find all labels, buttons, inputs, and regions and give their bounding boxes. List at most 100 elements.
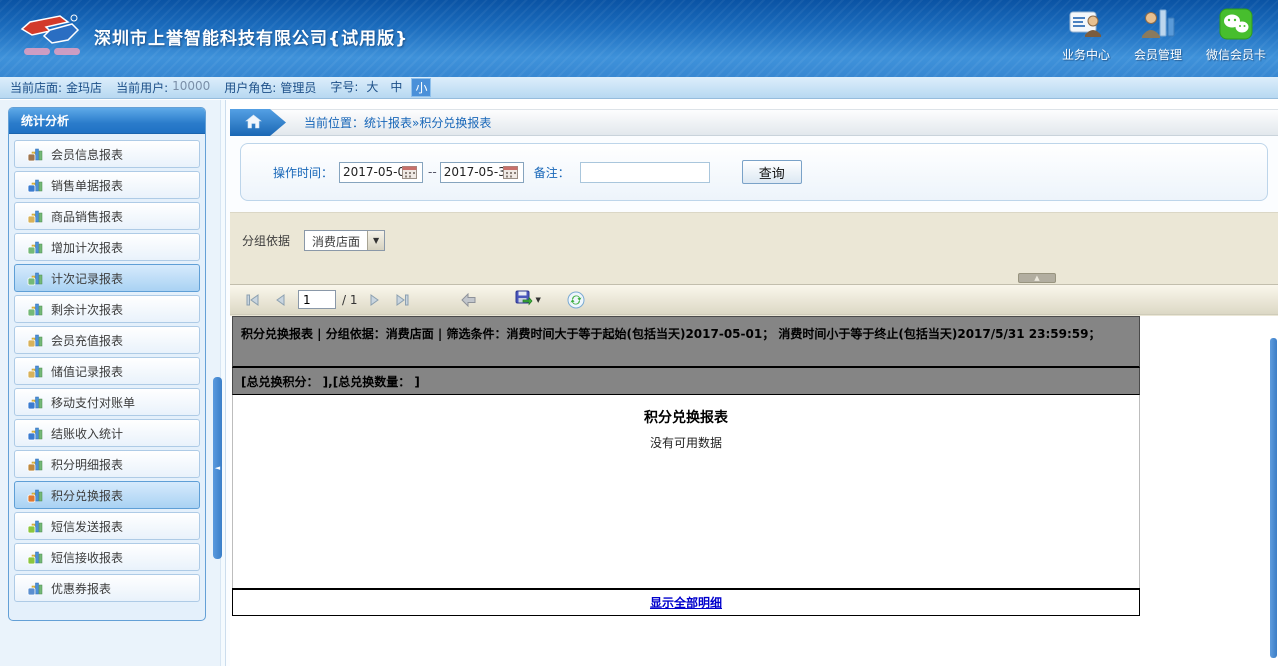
query-button[interactable]: 查询	[742, 160, 802, 184]
current-store: 当前店面:金玛店	[10, 79, 102, 96]
app-window: 深圳市上誉智能科技有限公司{试用版} 业务中心	[0, 0, 1278, 666]
last-page-button[interactable]	[393, 291, 411, 309]
date-range-separator: --	[428, 165, 437, 179]
user-role: 用户角色:管理员	[224, 79, 316, 96]
sidebar-item-label: 计次记录报表	[51, 270, 123, 287]
panel-splitter: ◄	[206, 100, 230, 666]
nav-label: 微信会员卡	[1206, 46, 1266, 63]
sidebar-item-label: 优惠券报表	[51, 580, 111, 597]
sidebar-item-1[interactable]: 会员信息报表	[14, 140, 200, 168]
nav-wechat-membercard[interactable]: 微信会员卡	[1206, 8, 1266, 63]
sidebar-item-label: 增加计次报表	[51, 239, 123, 256]
splitter-collapse-handle[interactable]: ◄	[213, 377, 222, 559]
sidebar-item-label: 商品销售报表	[51, 208, 123, 225]
sidebar-item-label: 会员充值报表	[51, 332, 123, 349]
sidebar-item-8[interactable]: 储值记录报表	[14, 357, 200, 385]
report-area: 积分兑换报表 | 分组依据：消费店面 | 筛选条件：消费时间大于等于起始(包括当…	[232, 316, 1140, 616]
remaining-count-report-icon	[27, 301, 43, 317]
top-nav: 业务中心 会员管理	[1062, 8, 1266, 63]
sidebar-item-label: 积分明细报表	[51, 456, 123, 473]
sidebar-item-14[interactable]: 短信接收报表	[14, 543, 200, 571]
dropdown-arrow-icon[interactable]: ▼	[367, 231, 384, 250]
sidebar-item-6[interactable]: 剩余计次报表	[14, 295, 200, 323]
sidebar-statistics: 统计分析 会员信息报表销售单据报表商品销售报表增加计次报表计次记录报表剩余计次报…	[8, 107, 206, 621]
sales-doc-report-icon	[27, 177, 43, 193]
top-header: 深圳市上誉智能科技有限公司{试用版} 业务中心	[0, 0, 1278, 77]
home-icon	[245, 114, 262, 132]
note-label: 备注：	[534, 164, 570, 181]
goods-sales-report-icon	[27, 208, 43, 224]
grouping-row: 分组依据 消费店面 ▼	[230, 213, 1278, 251]
filter-collapse-button[interactable]: ▲	[1018, 273, 1056, 283]
nav-label: 会员管理	[1134, 46, 1182, 63]
export-dropdown-caret-icon: ▼	[536, 296, 541, 304]
first-page-button[interactable]	[244, 291, 262, 309]
nav-label: 业务中心	[1062, 46, 1110, 63]
date-to-field	[440, 162, 524, 183]
sidebar-item-10[interactable]: 结账收入统计	[14, 419, 200, 447]
nav-business-center[interactable]: 业务中心	[1062, 8, 1110, 63]
refresh-button[interactable]	[567, 291, 585, 309]
sidebar-list: 会员信息报表销售单据报表商品销售报表增加计次报表计次记录报表剩余计次报表会员充值…	[9, 134, 205, 608]
font-size-small[interactable]: 小	[411, 78, 431, 97]
sidebar-item-12[interactable]: 积分兑换报表	[14, 481, 200, 509]
vertical-scrollbar[interactable]	[1270, 338, 1277, 658]
sidebar-item-2[interactable]: 销售单据报表	[14, 171, 200, 199]
business-center-icon	[1068, 8, 1104, 43]
sms-receive-report-icon	[27, 549, 43, 565]
grouping-select[interactable]: 消费店面 ▼	[304, 230, 385, 251]
coupon-report-icon	[27, 580, 43, 596]
nav-member-management[interactable]: 会员管理	[1134, 8, 1182, 63]
mobile-pay-statement-icon	[27, 394, 43, 410]
report-body: 积分兑换报表 没有可用数据	[232, 395, 1140, 588]
chevron-up-icon: ▲	[1034, 274, 1039, 282]
date-to-input[interactable]	[441, 165, 503, 179]
note-input[interactable]	[580, 162, 710, 183]
points-exchange-report-icon	[27, 487, 43, 503]
chevron-left-icon: ◄	[215, 464, 220, 472]
export-button[interactable]: ▼	[515, 290, 541, 310]
date-from-field	[339, 162, 423, 183]
sidebar-item-13[interactable]: 短信发送报表	[14, 512, 200, 540]
member-management-icon	[1140, 8, 1176, 43]
sidebar-item-3[interactable]: 商品销售报表	[14, 202, 200, 230]
sidebar-item-label: 会员信息报表	[51, 146, 123, 163]
pager-row: / 1	[230, 284, 1278, 315]
date-from-input[interactable]	[340, 165, 402, 179]
report-toolbar: 分组依据 消费店面 ▼ ▲ /	[230, 212, 1278, 316]
prev-page-button[interactable]	[271, 291, 289, 309]
time-filter-label: 操作时间：	[273, 164, 333, 181]
sidebar-item-label: 销售单据报表	[51, 177, 123, 194]
stored-value-report-icon	[27, 363, 43, 379]
home-pennant[interactable]	[230, 109, 286, 136]
sidebar-item-9[interactable]: 移动支付对账单	[14, 388, 200, 416]
sidebar-item-15[interactable]: 优惠券报表	[14, 574, 200, 602]
sidebar-item-4[interactable]: 增加计次报表	[14, 233, 200, 261]
sidebar-item-label: 剩余计次报表	[51, 301, 123, 318]
current-user: 当前用户:10000	[116, 79, 210, 96]
report-empty-message: 没有可用数据	[233, 434, 1139, 451]
sidebar-title: 统计分析	[9, 108, 205, 134]
company-title: 深圳市上誉智能科技有限公司{试用版}	[94, 24, 408, 49]
sidebar-item-label: 储值记录报表	[51, 363, 123, 380]
show-all-details-link[interactable]: 显示全部明细	[650, 596, 722, 610]
sidebar-item-7[interactable]: 会员充值报表	[14, 326, 200, 354]
font-size-medium[interactable]: 中	[387, 78, 405, 97]
next-page-button[interactable]	[366, 291, 384, 309]
info-bar: 当前店面:金玛店 当前用户:10000 用户角色:管理员 字号: 大 中 小	[0, 77, 1278, 99]
back-button[interactable]	[460, 291, 478, 309]
font-size-large[interactable]: 大	[363, 78, 381, 97]
calendar-icon[interactable]	[503, 165, 518, 180]
breadcrumb: 当前位置：统计报表»积分兑换报表	[304, 114, 491, 131]
checkout-income-report-icon	[27, 425, 43, 441]
page-total: / 1	[342, 293, 358, 307]
calendar-icon[interactable]	[402, 165, 417, 180]
page-number-input[interactable]	[298, 290, 336, 309]
main-content: 当前位置：统计报表»积分兑换报表 操作时间：	[230, 100, 1278, 666]
sidebar-item-5[interactable]: 计次记录报表	[14, 264, 200, 292]
wechat-membercard-icon	[1219, 8, 1253, 43]
sidebar-item-11[interactable]: 积分明细报表	[14, 450, 200, 478]
sidebar-item-label: 短信发送报表	[51, 518, 123, 535]
report-header-band: 积分兑换报表 | 分组依据：消费店面 | 筛选条件：消费时间大于等于起始(包括当…	[232, 316, 1140, 368]
sidebar-item-label: 移动支付对账单	[51, 394, 135, 411]
